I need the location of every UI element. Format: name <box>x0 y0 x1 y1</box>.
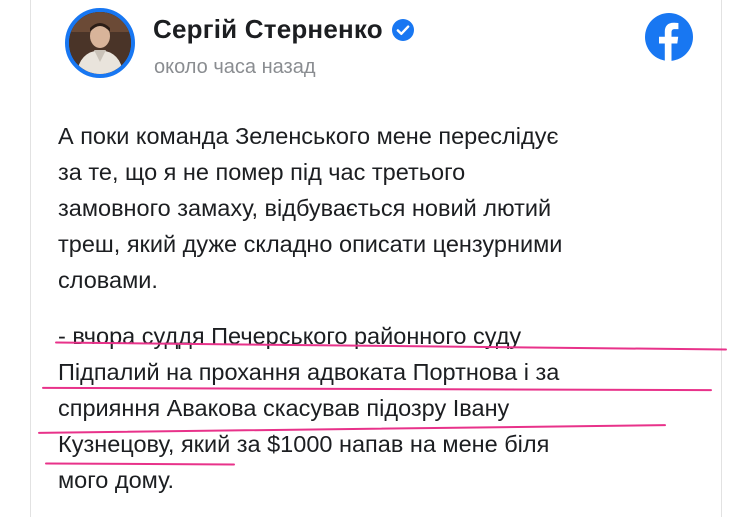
avatar-photo <box>69 12 131 74</box>
author-row: Сергій Стерненко <box>153 14 415 45</box>
text-line: Кузнецову, який за $1000 напав на мене б… <box>58 431 550 457</box>
text-line: за те, що я не помер під час третього <box>58 159 466 185</box>
text-line: замовного замаху, відбувається новий лют… <box>58 195 552 221</box>
text-line: мого дому. <box>58 467 175 493</box>
author-name[interactable]: Сергій Стерненко <box>153 14 383 45</box>
text-line: треш, який дуже складно описати цензурни… <box>58 231 563 257</box>
text-line: Підпалий на прохання адвоката Портнова і… <box>58 359 560 385</box>
text-line: словами. <box>58 267 158 293</box>
post-text: А поки команда Зеленського мене переслід… <box>58 118 698 498</box>
post-paragraph-1: А поки команда Зеленського мене переслід… <box>58 118 698 298</box>
text-line: сприяння Авакова скасував підозру Івану <box>58 395 510 421</box>
author-avatar[interactable] <box>65 8 135 78</box>
text-line: А поки команда Зеленського мене переслід… <box>58 123 559 149</box>
verified-badge-icon <box>391 18 414 41</box>
facebook-logo-icon <box>645 13 693 61</box>
facebook-post-card: Сергій Стерненко около часа назад А поки… <box>30 0 722 517</box>
post-timestamp[interactable]: около часа назад <box>154 56 315 79</box>
